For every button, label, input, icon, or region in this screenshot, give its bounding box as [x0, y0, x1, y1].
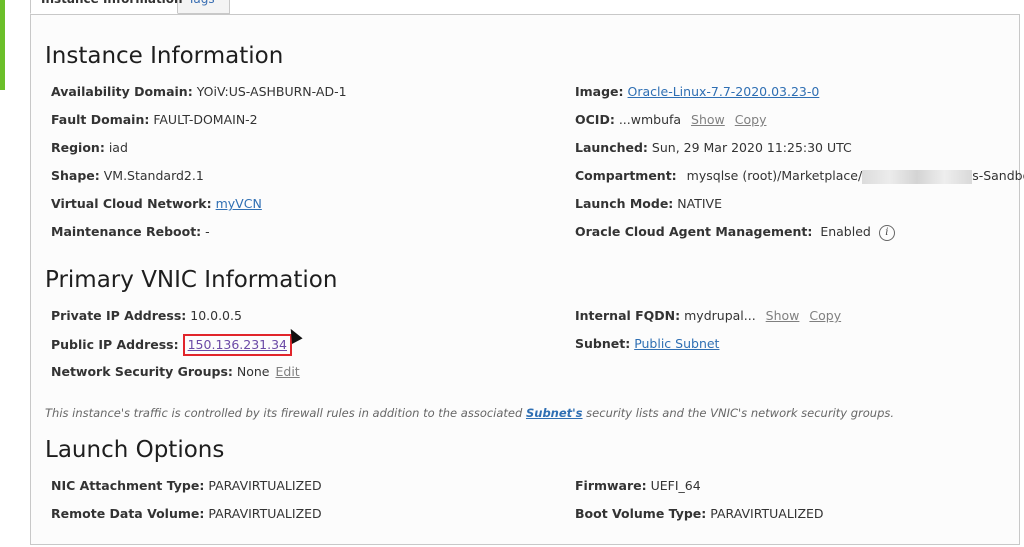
section-title-launch: Launch Options: [45, 437, 225, 463]
image-row: Image: Oracle-Linux-7.7-2020.03.23-0: [575, 84, 819, 100]
ocid-copy-link[interactable]: Copy: [735, 112, 767, 127]
launched-value: Sun, 29 Mar 2020 11:25:30 UTC: [651, 140, 852, 155]
ocid-value: ...wmbufa: [618, 112, 682, 127]
public-ip-row: Public IP Address: 150.136.231.34: [51, 334, 293, 356]
public-ip-label: Public IP Address:: [51, 337, 179, 352]
nsg-value: None: [236, 364, 270, 379]
private-ip-label: Private IP Address:: [51, 308, 187, 323]
maintenance-label: Maintenance Reboot:: [51, 224, 202, 239]
launched-row: Launched: Sun, 29 Mar 2020 11:25:30 UTC: [575, 140, 852, 156]
launch-mode-label: Launch Mode:: [575, 196, 674, 211]
redacted-blur: [862, 169, 973, 184]
agent-value: Enabled: [820, 224, 871, 239]
maintenance-row: Maintenance Reboot: -: [51, 224, 210, 240]
traffic-note: This instance's traffic is controlled by…: [45, 406, 894, 420]
public-ip-value[interactable]: 150.136.231.34: [182, 334, 293, 356]
fault-domain-label: Fault Domain:: [51, 112, 150, 127]
fault-domain-row: Fault Domain: FAULT-DOMAIN-2: [51, 112, 258, 128]
subnet-label: Subnet:: [575, 336, 631, 351]
boot-volume-label: Boot Volume Type:: [575, 506, 707, 521]
launch-mode-row: Launch Mode: NATIVE: [575, 196, 722, 212]
fqdn-copy-link[interactable]: Copy: [809, 308, 841, 323]
availability-domain-value: YOiV:US-ASHBURN-AD-1: [196, 84, 347, 99]
note-subnet-link[interactable]: Subnet's: [526, 406, 583, 420]
accent-bar: [0, 0, 5, 90]
vcn-link[interactable]: myVCN: [216, 196, 262, 211]
nic-label: NIC Attachment Type:: [51, 478, 205, 493]
boot-volume-row: Boot Volume Type: PARAVIRTUALIZED: [575, 506, 824, 522]
ocid-label: OCID:: [575, 112, 615, 127]
compartment-label: Compartment:: [575, 168, 677, 183]
image-label: Image:: [575, 84, 624, 99]
fqdn-row: Internal FQDN: mydrupal... Show Copy: [575, 308, 841, 324]
section-title-vnic: Primary VNIC Information: [45, 267, 338, 293]
subnet-link[interactable]: Public Subnet: [634, 336, 719, 351]
remote-volume-label: Remote Data Volume:: [51, 506, 205, 521]
private-ip-value: 10.0.0.5: [190, 308, 242, 323]
nsg-edit-link[interactable]: Edit: [276, 364, 300, 379]
ocid-row: OCID: ...wmbufa Show Copy: [575, 112, 766, 128]
fqdn-show-link[interactable]: Show: [766, 308, 800, 323]
vcn-label: Virtual Cloud Network:: [51, 196, 212, 211]
agent-label: Oracle Cloud Agent Management:: [575, 224, 813, 239]
note-text-after: security lists and the VNIC's network se…: [582, 406, 895, 420]
info-icon[interactable]: i: [878, 224, 895, 241]
region-row: Region: iad: [51, 140, 128, 156]
maintenance-value: -: [205, 224, 210, 239]
ocid-show-link[interactable]: Show: [691, 112, 725, 127]
tab-tags[interactable]: Tags: [178, 0, 230, 14]
firmware-row: Firmware: UEFI_64: [575, 478, 701, 494]
image-link[interactable]: Oracle-Linux-7.7-2020.03.23-0: [628, 84, 820, 99]
tab-instance-information[interactable]: Instance Information: [30, 0, 183, 14]
section-title-instance: Instance Information: [45, 43, 284, 69]
availability-domain-label: Availability Domain:: [51, 84, 193, 99]
nsg-label: Network Security Groups:: [51, 364, 233, 379]
firmware-value: UEFI_64: [650, 478, 701, 493]
shape-row: Shape: VM.Standard2.1: [51, 168, 204, 184]
note-text-before: This instance's traffic is controlled by…: [45, 406, 526, 420]
remote-volume-row: Remote Data Volume: PARAVIRTUALIZED: [51, 506, 322, 522]
fqdn-value: mydrupal...: [684, 308, 756, 323]
remote-volume-value: PARAVIRTUALIZED: [208, 506, 322, 521]
boot-volume-value: PARAVIRTUALIZED: [710, 506, 824, 521]
compartment-value-start: mysqlse (root)/Marketplace/: [686, 168, 863, 183]
launched-label: Launched:: [575, 140, 648, 155]
fqdn-label: Internal FQDN:: [575, 308, 681, 323]
nic-value: PARAVIRTUALIZED: [208, 478, 322, 493]
region-value: iad: [108, 140, 128, 155]
region-label: Region:: [51, 140, 105, 155]
fault-domain-value: FAULT-DOMAIN-2: [153, 112, 258, 127]
shape-label: Shape:: [51, 168, 100, 183]
vcn-row: Virtual Cloud Network: myVCN: [51, 196, 262, 212]
subnet-row: Subnet: Public Subnet: [575, 336, 719, 352]
launch-mode-value: NATIVE: [677, 196, 722, 211]
private-ip-row: Private IP Address: 10.0.0.5: [51, 308, 242, 324]
firmware-label: Firmware:: [575, 478, 647, 493]
agent-row: Oracle Cloud Agent Management: Enabled i: [575, 224, 895, 241]
compartment-value-end: s-Sandbox: [972, 168, 1024, 183]
nic-row: NIC Attachment Type: PARAVIRTUALIZED: [51, 478, 322, 494]
shape-value: VM.Standard2.1: [103, 168, 204, 183]
nsg-row: Network Security Groups: None Edit: [51, 364, 300, 380]
details-panel: Instance Information Availability Domain…: [30, 14, 1024, 545]
compartment-row: Compartment: mysqlse (root)/Marketplace/…: [575, 168, 1024, 184]
availability-domain-row: Availability Domain: YOiV:US-ASHBURN-AD-…: [51, 84, 347, 100]
